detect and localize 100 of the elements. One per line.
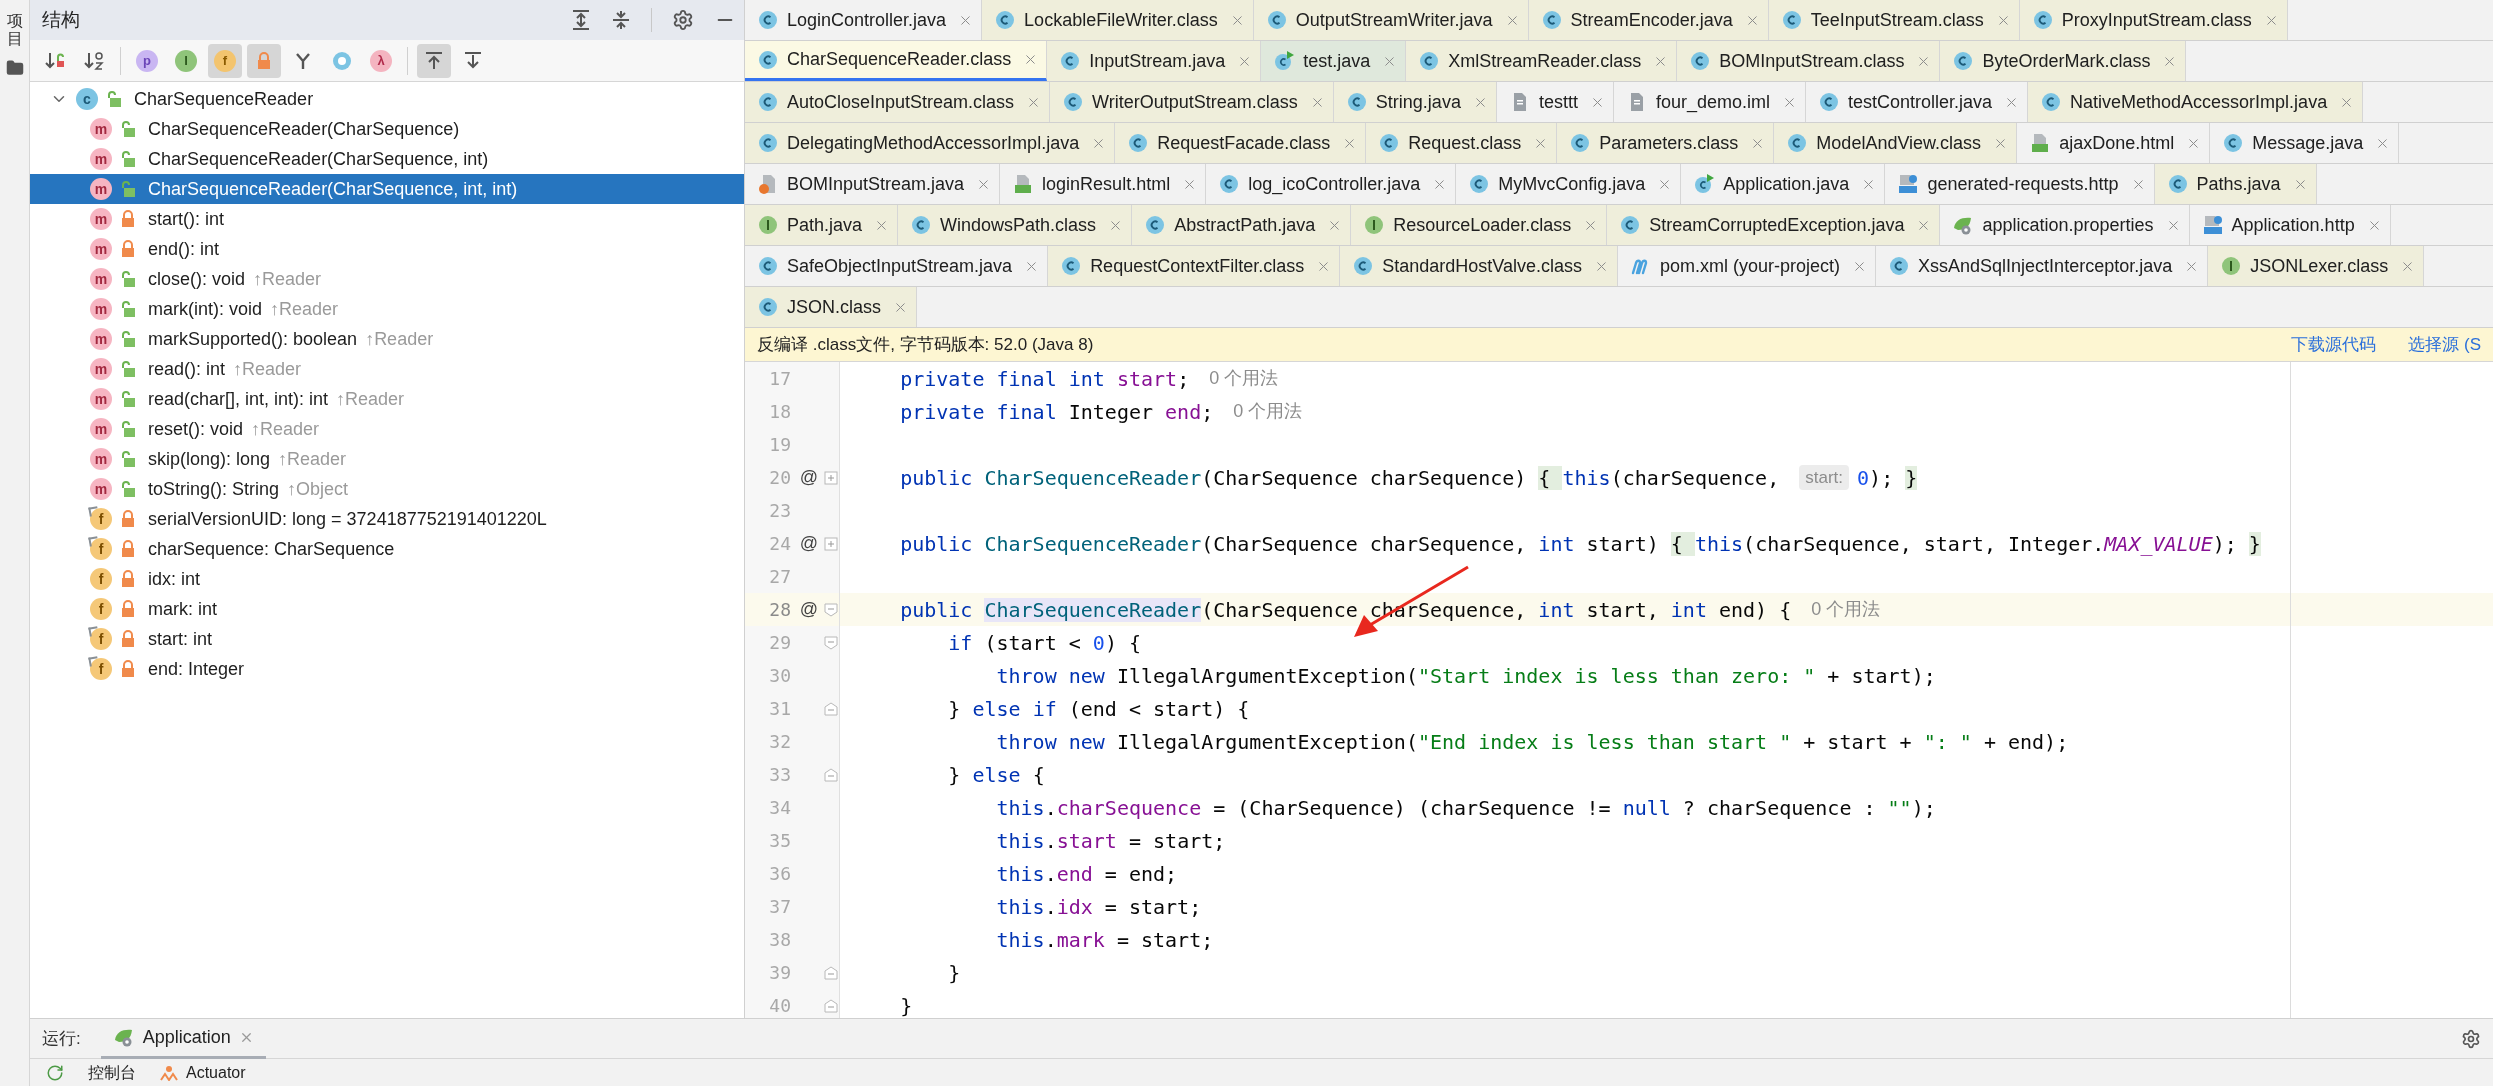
tree-item[interactable]: m toString(): String ↑Object xyxy=(30,474,744,504)
editor-tab[interactable]: StreamCorruptedException.java xyxy=(1607,205,1941,245)
tree-item[interactable]: m CharSequenceReader(CharSequence, int) xyxy=(30,144,744,174)
tree-item[interactable]: m reset(): void ↑Reader xyxy=(30,414,744,444)
project-tool-button[interactable]: 项目 xyxy=(6,12,23,48)
fold-collapse-icon[interactable] xyxy=(824,602,838,617)
tab-label: JSON.class xyxy=(787,295,882,319)
inherited-toggle[interactable]: I xyxy=(169,43,203,78)
tree-item[interactable]: f charSequence: CharSequence xyxy=(30,534,744,564)
editor-tab[interactable]: ModelAndView.class xyxy=(1774,123,2018,163)
editor-tab[interactable]: StreamEncoder.java xyxy=(1528,0,1769,40)
tree-item[interactable]: m CharSequenceReader(CharSequence, int, int) xyxy=(30,174,744,204)
fold-expand-icon[interactable] xyxy=(824,536,838,551)
tab-label: log_icoController.java xyxy=(1248,172,1421,197)
folder-icon[interactable] xyxy=(5,59,24,78)
editor-tab[interactable]: InputStream.java xyxy=(1047,41,1262,81)
editor-tab[interactable]: RequestContextFilter.class xyxy=(1048,246,1341,286)
editor-tab[interactable]: test.java xyxy=(1261,41,1407,81)
item-label: markSupported(): boolean xyxy=(148,327,358,351)
editor-tab[interactable]: BOMInputStream.class xyxy=(1677,41,1941,81)
editor-tab[interactable]: WriterOutputStream.class xyxy=(1050,82,1334,122)
run-tool-tab[interactable]: Actuator xyxy=(186,1064,246,1081)
editor-tab[interactable]: LockableFileWriter.class xyxy=(982,0,1254,40)
line-number: 32 xyxy=(768,730,792,754)
editor-tab[interactable]: JSONLexer.class xyxy=(2208,246,2425,286)
editor-tab[interactable]: NativeMethodAccessorImpl.java xyxy=(2028,82,2364,122)
tree-item[interactable]: f end: Integer xyxy=(30,654,744,684)
banner-link[interactable]: 下载源代码 xyxy=(2291,331,2377,358)
tree-item[interactable]: m CharSequenceReader(CharSequence) xyxy=(30,114,744,144)
tree-item[interactable]: f start: int xyxy=(30,624,744,654)
field-icon: f xyxy=(90,568,112,590)
expand-all-icon[interactable] xyxy=(571,9,591,31)
tab-label: InputStream.java xyxy=(1089,49,1226,73)
tree-item[interactable]: f serialVersionUID: long = 3724187752191401220L xyxy=(30,504,744,534)
panel-title: 结构 xyxy=(42,7,80,32)
editor-tab[interactable]: XmlStreamReader.class xyxy=(1406,41,1678,81)
fold-expand-icon[interactable] xyxy=(824,470,838,485)
usage-hint: 0 个用法 xyxy=(1209,367,1279,390)
override-marker[interactable]: @ xyxy=(799,464,819,491)
tab-label: pom.xml (your-project) xyxy=(1660,254,1841,278)
tree-item[interactable]: m mark(int): void ↑Reader xyxy=(30,294,744,324)
tree-item[interactable]: f mark: int xyxy=(30,594,744,624)
editor-tab[interactable]: DelegatingMethodAccessorImpl.java xyxy=(745,123,1116,163)
editor-tab[interactable]: JSON.class xyxy=(745,287,918,327)
editor-tab[interactable]: CharSequenceReader.class xyxy=(745,41,1048,81)
editor-tab[interactable]: RequestFacade.class xyxy=(1115,123,1367,163)
fields-toggle[interactable]: f xyxy=(208,43,242,78)
run-tool-tab[interactable]: 控制台 xyxy=(88,1064,136,1081)
editor-tab[interactable]: AbstractPath.java xyxy=(1132,205,1352,245)
settings-icon[interactable] xyxy=(2461,1028,2481,1049)
fold-end-icon[interactable] xyxy=(824,701,838,716)
banner-link[interactable]: 选择源 (S xyxy=(2408,331,2481,358)
editor-tab[interactable]: String.java xyxy=(1333,82,1497,122)
tree-item[interactable]: c CharSequenceReader xyxy=(30,84,744,114)
fold-end-icon[interactable] xyxy=(824,965,838,980)
tree-item[interactable]: m markSupported(): boolean ↑Reader xyxy=(30,324,744,354)
settings-icon[interactable] xyxy=(672,9,694,31)
editor-tab[interactable]: StandardHostValve.class xyxy=(1340,246,1618,286)
editor-tab[interactable]: ByteOrderMark.class xyxy=(1940,41,2187,81)
collapse-all-icon[interactable] xyxy=(611,9,631,31)
tree-item[interactable]: m start(): int xyxy=(30,204,744,234)
tree-item[interactable]: m close(): void ↑Reader xyxy=(30,264,744,294)
line-number: 38 xyxy=(768,928,792,952)
tab-label: XmlStreamReader.class xyxy=(1448,49,1642,73)
editor-tab[interactable]: TeeInputStream.class xyxy=(1768,0,2020,40)
tree-item[interactable]: m end(): int xyxy=(30,234,744,264)
tree-item[interactable]: m read(char[], int, int): int ↑Reader xyxy=(30,384,744,414)
editor-tab[interactable]: OutputStreamWriter.java xyxy=(1253,0,1529,40)
runnable-class-icon xyxy=(1273,50,1296,72)
fold-collapse-icon[interactable] xyxy=(824,635,838,650)
tree-item[interactable]: f idx: int xyxy=(30,564,744,594)
line-number: 23 xyxy=(768,499,792,523)
editor-tab[interactable]: Paths.java xyxy=(2154,164,2317,204)
run-tab[interactable]: Application xyxy=(100,1018,266,1059)
editor-tab[interactable]: ProxyInputStream.class xyxy=(2019,0,2288,40)
fold-end-icon[interactable] xyxy=(824,998,838,1013)
editor-tab[interactable]: Parameters.class xyxy=(1557,123,1775,163)
nonpublic-toggle[interactable] xyxy=(247,43,281,78)
line-number: 24 xyxy=(768,532,792,556)
editor-tab[interactable]: Request.class xyxy=(1366,123,1558,163)
tab-label: String.java xyxy=(1375,90,1461,114)
editor-tab[interactable]: Path.java xyxy=(745,205,899,245)
editor-tab[interactable]: WindowsPath.class xyxy=(898,205,1133,245)
method-icon: m xyxy=(90,478,112,500)
tab-label: StandardHostValve.class xyxy=(1382,254,1582,278)
field-icon: f xyxy=(90,598,112,620)
class-icon xyxy=(1345,91,1368,113)
override-marker[interactable]: @ xyxy=(799,596,819,623)
editor-tab[interactable]: ResourceLoader.class xyxy=(1351,205,1608,245)
lambda-toggle[interactable]: λ xyxy=(364,43,398,78)
field-icon: f xyxy=(90,538,112,560)
rerun-icon[interactable] xyxy=(46,1063,64,1082)
method-icon: m xyxy=(90,208,112,230)
scroll-to-toggle[interactable] xyxy=(417,43,451,78)
fold-end-icon[interactable] xyxy=(824,767,838,782)
tree-item[interactable]: m skip(long): long ↑Reader xyxy=(30,444,744,474)
public-toggle[interactable]: p xyxy=(130,43,164,78)
override-marker[interactable]: @ xyxy=(799,530,819,557)
tree-item[interactable]: m read(): int ↑Reader xyxy=(30,354,744,384)
editor-tab[interactable]: AutoCloseInputStream.class xyxy=(745,82,1051,122)
